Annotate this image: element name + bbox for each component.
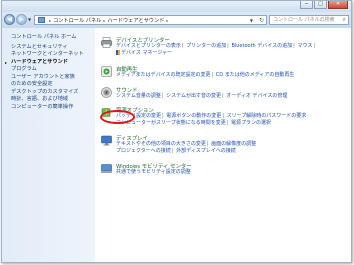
category-mobility-center: Windows モビリティ センター 共通で使うモビリティ設定の調整	[101, 162, 346, 180]
chevron-right-icon[interactable]: ▸	[49, 18, 51, 23]
power-buttons-link[interactable]: 電源ボタンの動作の変更	[166, 113, 221, 119]
breadcrumb-control-panel[interactable]: コントロール パネル	[53, 17, 101, 24]
back-button[interactable]: ◀	[4, 14, 15, 25]
sidebar-item-hardware-sound[interactable]: ハードウェアとサウンド	[5, 59, 95, 67]
devices-links-row1: デバイスとプリンターの表示| プリンターの追加| Bluetooth デバイスの…	[116, 43, 316, 49]
search-input[interactable]: コントロール パネルの検索 ⌕	[269, 15, 349, 25]
view-devices-link[interactable]: デバイスとプリンターの表示	[116, 43, 181, 49]
sidebar-item-network[interactable]: ネットワークとインターネット	[11, 51, 95, 59]
control-panel-window: ─ □ ✕ ◀ ▶ ▼ ▸ コントロール パネル ▸ ハードウェアとサウンド ▸…	[1, 0, 352, 263]
sidebar: コントロール パネル ホーム システムとセキュリティ ネットワークとインターネッ…	[2, 28, 95, 262]
navigation-bar: ◀ ▶ ▼ ▸ コントロール パネル ▸ ハードウェアとサウンド ▸ ▼ ↻ コ…	[2, 12, 351, 28]
main-content: デバイスとプリンター デバイスとプリンターの表示| プリンターの追加| Blue…	[95, 28, 351, 262]
search-placeholder: コントロール パネルの検索	[273, 17, 335, 23]
require-password-link[interactable]: スリープ解除時のパスワードの要求	[227, 113, 307, 119]
text-size-link[interactable]: テキストやその他の項目の大きさの変更	[116, 141, 206, 147]
forward-button[interactable]: ▶	[16, 14, 27, 25]
sidebar-item-user-accounts-2[interactable]: のための安全設定	[11, 81, 95, 89]
category-sound: サウンド システム音量の調整| システムが出す音の変更| オーディオ デバイスの…	[101, 86, 346, 104]
sidebar-item-clock-language[interactable]: 時計、言語、および地域	[11, 96, 95, 104]
sidebar-item-ease-of-access[interactable]: コンピューターの簡単操作	[11, 104, 95, 112]
close-button[interactable]: ✕	[328, 1, 348, 9]
uac-shield-icon	[116, 50, 120, 55]
connect-external-display-link[interactable]: 外部ディスプレイへの接続	[176, 148, 236, 154]
chevron-right-icon[interactable]: ▸	[103, 18, 105, 23]
power-links-row1: バッテリ設定の変更| 電源ボタンの動作の変更| スリープ解除時のパスワードの要求	[116, 113, 307, 119]
refresh-icon[interactable]: ↻	[259, 17, 264, 24]
adjust-volume-link[interactable]: システム音量の調整	[116, 93, 161, 99]
category-autoplay: 自動再生 メディアまたはデバイスの既定設定の変更| CD または他のメディアの自…	[101, 65, 346, 83]
sidebar-item-programs[interactable]: プログラム	[11, 66, 95, 74]
play-cd-link[interactable]: CD または他のメディアの自動再生	[216, 72, 295, 78]
sidebar-item-home[interactable]: コントロール パネル ホーム	[11, 34, 95, 42]
sound-highlight-circle	[100, 110, 135, 124]
screen-resolution-link[interactable]: 画面の解像度の調整	[211, 141, 256, 147]
change-system-sounds-link[interactable]: システムが出す音の変更	[166, 93, 221, 99]
breadcrumb-hardware-sound[interactable]: ハードウェアとサウンド	[107, 17, 164, 24]
address-bar[interactable]: ▸ コントロール パネル ▸ ハードウェアとサウンド ▸ ▼ ↻	[34, 15, 267, 25]
chevron-right-icon[interactable]: ▸	[166, 18, 168, 23]
mobility-links-row1: 共通で使うモビリティ設定の調整	[116, 169, 191, 176]
mouse-link[interactable]: マウス	[297, 43, 312, 49]
display-links-row1: テキストやその他の項目の大きさの変更| 画面の解像度の調整	[116, 141, 257, 147]
add-bluetooth-link[interactable]: Bluetooth デバイスの追加	[231, 43, 292, 49]
search-icon[interactable]: ⌕	[343, 16, 346, 24]
add-printer-link[interactable]: プリンターの追加	[186, 43, 226, 49]
category-power-options: 電源オプション バッテリ設定の変更| 電源ボタンの動作の変更| スリープ解除時の…	[101, 106, 346, 130]
speaker-icon	[101, 87, 112, 98]
title-bar: ─ □ ✕	[2, 1, 351, 12]
adjust-mobility-settings-link[interactable]: 共通で使うモビリティ設定の調整	[116, 169, 191, 175]
category-devices-printers: デバイスとプリンター デバイスとプリンターの表示| プリンターの追加| Blue…	[101, 36, 346, 60]
display-links-row2: プロジェクターへの接続| 外部ディスプレイへの接続	[116, 148, 236, 154]
address-dropdown-icon[interactable]: ▼	[250, 18, 253, 23]
choose-power-plan-link[interactable]: 電源プランの選択	[231, 120, 271, 126]
sleep-time-link[interactable]: コンピューターがスリープ状態になる時間を変更	[116, 120, 226, 126]
control-panel-icon	[38, 17, 45, 23]
change-default-media-link[interactable]: メディアまたはデバイスの既定設定の変更	[116, 72, 211, 78]
monitor-icon	[101, 135, 112, 146]
printer-icon	[101, 37, 112, 48]
autoplay-links-row1: メディアまたはデバイスの既定設定の変更| CD または他のメディアの自動再生	[116, 72, 295, 78]
power-links-row2: コンピューターがスリープ状態になる時間を変更| 電源プランの選択	[116, 120, 271, 126]
devices-links-row2: デバイス マネージャー	[116, 50, 172, 57]
manage-audio-devices-link[interactable]: オーディオ デバイスの管理	[226, 93, 287, 99]
minimize-button[interactable]: ─	[300, 1, 313, 9]
window-controls: ─ □ ✕	[300, 1, 348, 9]
recent-pages-dropdown-icon[interactable]: ▼	[28, 17, 31, 22]
sound-links-row1: システム音量の調整| システムが出す音の変更| オーディオ デバイスの管理	[116, 93, 288, 99]
maximize-button[interactable]: □	[314, 1, 327, 9]
autoplay-icon	[101, 66, 112, 77]
sidebar-item-appearance[interactable]: デスクトップのカスタマイズ	[11, 89, 95, 97]
mobility-center-icon	[101, 164, 112, 173]
device-manager-link[interactable]: デバイス マネージャー	[121, 50, 172, 56]
connect-projector-link[interactable]: プロジェクターへの接続	[116, 148, 171, 154]
sidebar-item-system-security[interactable]: システムとセキュリティ	[11, 44, 95, 52]
sidebar-item-user-accounts[interactable]: ユーザー アカウントと家族	[11, 74, 95, 82]
category-display: ディスプレイ テキストやその他の項目の大きさの変更| 画面の解像度の調整 プロジ…	[101, 134, 346, 158]
